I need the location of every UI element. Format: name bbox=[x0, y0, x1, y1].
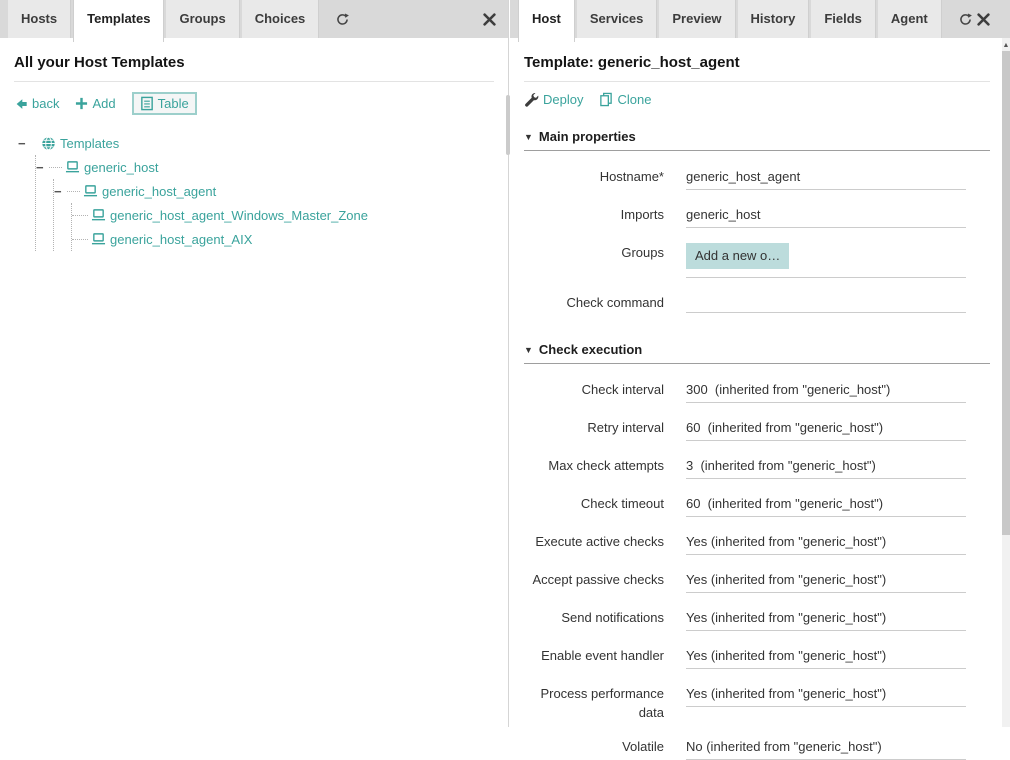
process-performance-data-field[interactable]: Yes (inherited from "generic_host") bbox=[686, 684, 966, 707]
max-check-attempts-field[interactable]: 3 (inherited from "generic_host") bbox=[686, 456, 966, 479]
tree-connector bbox=[49, 167, 62, 168]
form-row-check-timeout: Check timeout 60 (inherited from "generi… bbox=[524, 494, 990, 517]
tab-host[interactable]: Host bbox=[518, 0, 575, 42]
left-action-row: back Add Table bbox=[14, 82, 494, 123]
right-panel-content: Template: generic_host_agent Deploy Clon… bbox=[510, 38, 1010, 727]
scrollbar-thumb[interactable] bbox=[1002, 51, 1010, 535]
document-icon bbox=[140, 96, 154, 111]
tree-node-generic-host-agent[interactable]: − generic_host_agent bbox=[54, 179, 494, 203]
back-arrow-icon bbox=[14, 97, 28, 111]
template-detail-panel: Host Services Preview History Fields Age… bbox=[510, 0, 1010, 727]
tab-history[interactable]: History bbox=[738, 0, 810, 38]
left-panel-content: All your Host Templates back Add Table − bbox=[0, 38, 508, 727]
send-notifications-field[interactable]: Yes (inherited from "generic_host") bbox=[686, 608, 966, 631]
back-button[interactable]: back bbox=[14, 96, 59, 111]
tab-preview[interactable]: Preview bbox=[659, 0, 735, 38]
form-row-process-performance-data: Process performance data Yes (inherited … bbox=[524, 684, 990, 722]
tree-node-generic-host[interactable]: − generic_host bbox=[36, 155, 494, 179]
host-icon bbox=[91, 232, 106, 246]
check-timeout-field[interactable]: 60 (inherited from "generic_host") bbox=[686, 494, 966, 517]
host-icon bbox=[83, 184, 98, 198]
scrollbar-up-arrow[interactable]: ▲ bbox=[1002, 40, 1010, 50]
host-icon bbox=[65, 160, 80, 174]
form-row-execute-active-checks: Execute active checks Yes (inherited fro… bbox=[524, 532, 990, 555]
table-view-button[interactable]: Table bbox=[132, 92, 197, 115]
tab-agent[interactable]: Agent bbox=[878, 0, 942, 38]
tab-choices[interactable]: Choices bbox=[242, 0, 320, 38]
clone-button[interactable]: Clone bbox=[599, 92, 651, 107]
collapse-toggle[interactable]: − bbox=[54, 184, 67, 199]
tab-fields[interactable]: Fields bbox=[811, 0, 876, 38]
tab-hosts[interactable]: Hosts bbox=[8, 0, 71, 38]
add-button[interactable]: Add bbox=[75, 96, 115, 111]
tab-groups[interactable]: Groups bbox=[166, 0, 239, 38]
column-resize-handle[interactable] bbox=[506, 95, 510, 155]
host-templates-panel: Hosts Templates Groups Choices All your … bbox=[0, 0, 509, 727]
clone-icon bbox=[599, 92, 613, 107]
tab-services[interactable]: Services bbox=[577, 0, 658, 38]
form-row-send-notifications: Send notifications Yes (inherited from "… bbox=[524, 608, 990, 631]
check-interval-field[interactable]: 300 (inherited from "generic_host") bbox=[686, 380, 966, 403]
plus-icon bbox=[75, 97, 88, 110]
refresh-icon[interactable] bbox=[335, 0, 350, 38]
enable-event-handler-field[interactable]: Yes (inherited from "generic_host") bbox=[686, 646, 966, 669]
tree-node-templates[interactable]: − Templates bbox=[18, 131, 494, 155]
collapse-toggle[interactable]: − bbox=[18, 136, 31, 151]
wrench-icon bbox=[524, 92, 539, 107]
right-action-row: Deploy Clone bbox=[524, 82, 990, 115]
tab-templates[interactable]: Templates bbox=[73, 0, 164, 42]
form-row-imports: Imports generic_host bbox=[524, 205, 990, 228]
groups-add-input[interactable]: Add a new o… bbox=[686, 243, 789, 269]
check-command-field[interactable] bbox=[686, 293, 966, 313]
refresh-icon[interactable] bbox=[958, 0, 973, 38]
form-row-max-check-attempts: Max check attempts 3 (inherited from "ge… bbox=[524, 456, 990, 479]
tree-connector bbox=[67, 191, 80, 192]
template-tree: − Templates − bbox=[14, 131, 494, 251]
caret-down-icon: ▼ bbox=[524, 132, 533, 142]
imports-field[interactable]: generic_host bbox=[686, 205, 966, 228]
collapse-toggle[interactable]: − bbox=[36, 160, 49, 175]
form-row-volatile: Volatile No (inherited from "generic_hos… bbox=[524, 737, 990, 760]
close-icon[interactable] bbox=[483, 0, 496, 38]
tree-node-windows-master-zone[interactable]: generic_host_agent_Windows_Master_Zone bbox=[72, 203, 494, 227]
host-icon bbox=[91, 208, 106, 222]
form-row-check-interval: Check interval 300 (inherited from "gene… bbox=[524, 380, 990, 403]
retry-interval-field[interactable]: 60 (inherited from "generic_host") bbox=[686, 418, 966, 441]
right-tab-bar: Host Services Preview History Fields Age… bbox=[510, 0, 1010, 38]
globe-icon bbox=[41, 136, 56, 151]
form-row-check-command: Check command bbox=[524, 293, 990, 313]
execute-active-checks-field[interactable]: Yes (inherited from "generic_host") bbox=[686, 532, 966, 555]
tree-node-aix[interactable]: generic_host_agent_AIX bbox=[72, 227, 494, 251]
hostname-field[interactable]: generic_host_agent bbox=[686, 167, 966, 190]
form-row-accept-passive-checks: Accept passive checks Yes (inherited fro… bbox=[524, 570, 990, 593]
deploy-button[interactable]: Deploy bbox=[524, 92, 583, 107]
tree-connector bbox=[72, 215, 88, 216]
page-title: All your Host Templates bbox=[14, 48, 494, 82]
form-row-hostname: Hostname* generic_host_agent bbox=[524, 167, 990, 190]
tree-connector bbox=[72, 239, 88, 240]
groups-field[interactable]: Add a new o… bbox=[686, 243, 966, 278]
accept-passive-checks-field[interactable]: Yes (inherited from "generic_host") bbox=[686, 570, 966, 593]
left-tab-bar: Hosts Templates Groups Choices bbox=[0, 0, 508, 38]
form-row-groups: Groups Add a new o… bbox=[524, 243, 990, 278]
form-row-retry-interval: Retry interval 60 (inherited from "gener… bbox=[524, 418, 990, 441]
right-panel-scrollbar[interactable]: ▲ bbox=[1002, 38, 1010, 727]
template-title: Template: generic_host_agent bbox=[524, 48, 990, 82]
section-main-properties[interactable]: ▼ Main properties bbox=[524, 115, 990, 151]
form-row-enable-event-handler: Enable event handler Yes (inherited from… bbox=[524, 646, 990, 669]
caret-down-icon: ▼ bbox=[524, 345, 533, 355]
close-icon[interactable] bbox=[977, 0, 990, 38]
volatile-field[interactable]: No (inherited from "generic_host") bbox=[686, 737, 966, 760]
section-check-execution[interactable]: ▼ Check execution bbox=[524, 328, 990, 364]
